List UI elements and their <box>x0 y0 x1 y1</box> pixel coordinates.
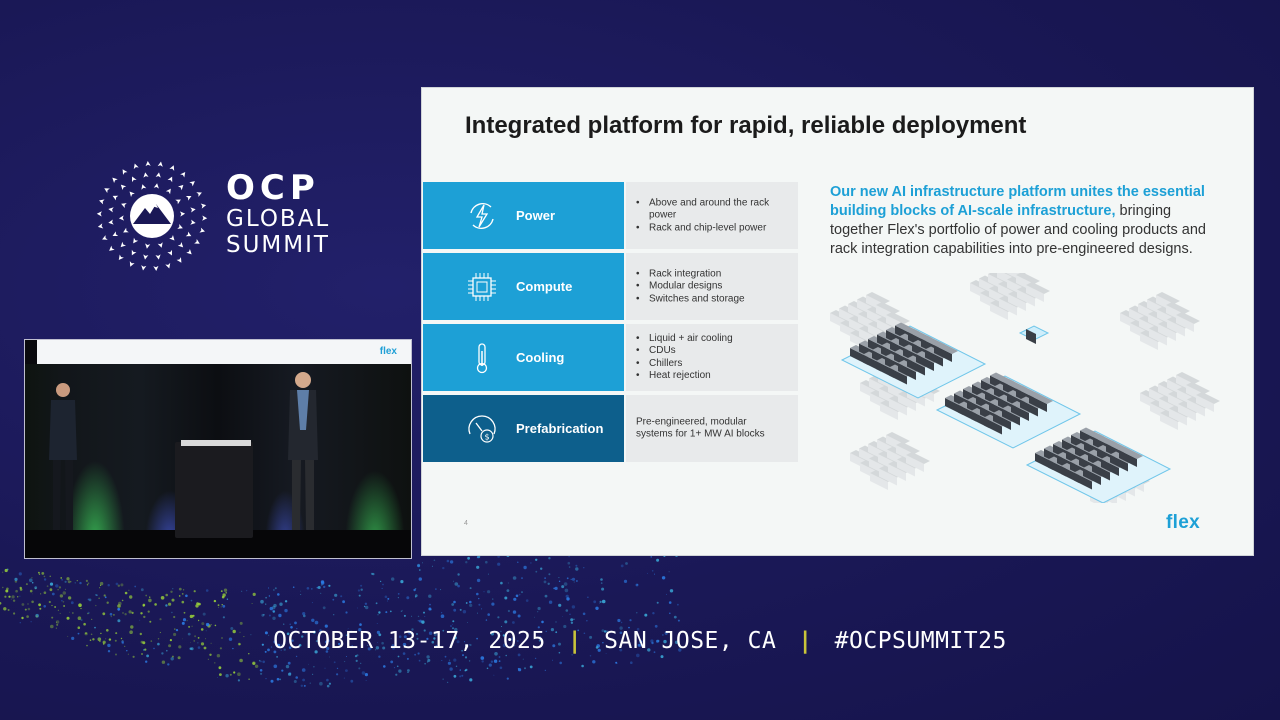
ocp-global-summit-logo: OCP GLOBAL SUMMIT <box>92 156 332 278</box>
logo-global-text: GLOBAL <box>226 206 331 232</box>
event-dates: OCTOBER 13-17, 2025 <box>273 628 546 654</box>
row-header: $ Prefabrication <box>423 395 624 462</box>
chip-icon <box>468 273 496 301</box>
row-header: Cooling <box>423 324 624 391</box>
presentation-slide: Integrated platform for rapid, reliable … <box>421 87 1254 556</box>
list-item: Rack integration <box>636 268 745 281</box>
list-item: Above and around the rack power <box>636 197 798 222</box>
event-banner: OCTOBER 13-17, 2025 | SAN JOSE, CA | #OCPSUM… <box>0 628 1280 654</box>
list-item: Modular designs <box>636 280 745 293</box>
slide-intro-text: Our new AI infrastructure platform unite… <box>830 183 1220 259</box>
list-item: Chillers <box>636 358 733 371</box>
row-label: Power <box>516 208 556 223</box>
row-label: Compute <box>516 279 573 294</box>
capability-row-power: Power Above and around the rack power Ra… <box>423 182 798 249</box>
list-item: CDUs <box>636 345 733 358</box>
speaker-right <box>288 372 318 530</box>
event-hashtag: #OCPSUMMIT25 <box>834 628 1007 654</box>
row-header: Power <box>423 182 624 249</box>
row-body: Pre-engineered, modular systems for 1+ M… <box>626 395 798 462</box>
banner-separator: | <box>567 628 583 654</box>
svg-text:$: $ <box>484 433 489 442</box>
row-body: Rack integration Modular designs Switche… <box>626 253 798 320</box>
stage-table <box>175 442 253 538</box>
banner-separator: | <box>798 628 813 654</box>
capability-row-compute: Compute Rack integration Modular designs… <box>423 253 798 320</box>
event-location: SAN JOSE, CA <box>604 628 777 654</box>
gauge-dollar-icon: $ <box>468 415 496 443</box>
list-item: Rack and chip-level power <box>636 222 798 235</box>
list-item: Heat rejection <box>636 370 733 383</box>
row-label: Prefabrication <box>516 421 604 436</box>
rack-blocks-illustration <box>830 273 1220 503</box>
stage-table-top <box>181 440 251 446</box>
flex-logo: flex <box>1166 512 1200 533</box>
thermometer-icon <box>476 343 488 374</box>
capability-row-prefabrication: $ Prefabrication Pre-engineered, modular… <box>423 395 798 462</box>
row-label: Cooling <box>516 350 565 365</box>
slide-title: Integrated platform for rapid, reliable … <box>465 112 1027 139</box>
speaker-left <box>49 383 77 530</box>
lightning-cycle-icon <box>470 202 494 230</box>
list-item: Liquid + air cooling <box>636 333 733 346</box>
logo-ocp-text: OCP <box>226 168 320 208</box>
page-number: 4 <box>464 520 468 527</box>
row-body: Above and around the rack power Rack and… <box>626 182 798 249</box>
row-header: Compute <box>423 253 624 320</box>
speaker-camera-feed: flex <box>24 339 412 559</box>
logo-summit-text: SUMMIT <box>226 232 330 258</box>
stage-screen: flex <box>37 340 411 364</box>
list-item: Switches and storage <box>636 293 745 306</box>
stage-screen-logo: flex <box>379 346 397 357</box>
capability-row-cooling: Cooling Liquid + air cooling CDUs Chille… <box>423 324 798 391</box>
row-body: Liquid + air cooling CDUs Chillers Heat … <box>626 324 798 391</box>
row-text: Pre-engineered, modular systems for 1+ M… <box>636 416 765 440</box>
ocp-mountain-emblem-icon <box>96 161 208 271</box>
